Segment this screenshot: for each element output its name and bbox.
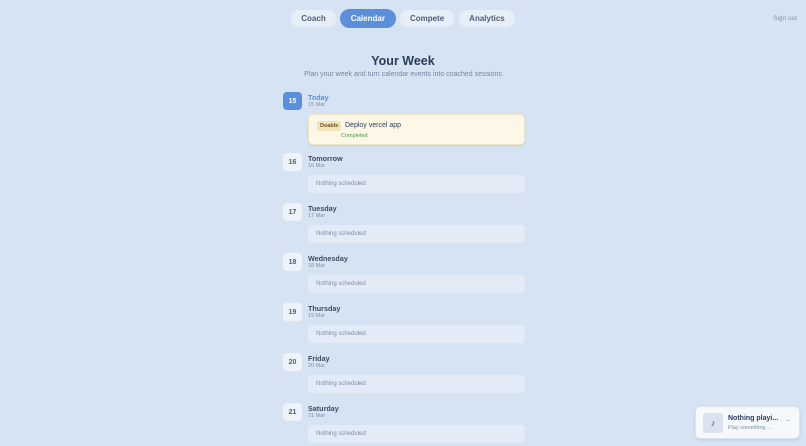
- day-number-badge: 18: [283, 253, 302, 271]
- day-number-badge: 20: [283, 353, 302, 371]
- day-number-badge: 16: [283, 153, 302, 171]
- player-title: Nothing playi...: [728, 415, 779, 422]
- task-card[interactable]: Doable Deploy vercel app Completed: [308, 114, 525, 145]
- sign-out-link[interactable]: Sign out: [773, 15, 797, 22]
- day-number-badge: 21: [283, 403, 302, 421]
- day-row-saturday: 21 Saturday 21 Mar Nothing scheduled: [283, 403, 525, 445]
- day-number-badge: 15: [283, 92, 302, 110]
- day-date: 16 Mar: [308, 163, 326, 169]
- day-name: Today: [308, 93, 329, 102]
- day-date: 21 Mar: [308, 413, 326, 419]
- day-name: Tomorrow: [308, 154, 343, 163]
- day-row-wednesday: 18 Wednesday 18 Mar Nothing scheduled: [283, 253, 525, 295]
- page-title: Your Week: [371, 54, 435, 68]
- empty-day-slot[interactable]: Nothing scheduled: [308, 175, 525, 193]
- day-name: Wednesday: [308, 254, 348, 263]
- tab-coach[interactable]: Coach: [290, 9, 337, 28]
- day-date: 18 Mar: [308, 263, 326, 269]
- day-row-friday: 20 Friday 20 Mar Nothing scheduled: [283, 353, 525, 395]
- empty-day-slot[interactable]: Nothing scheduled: [308, 275, 525, 293]
- page-subtitle: Plan your week and turn calendar events …: [304, 71, 502, 78]
- day-date: 19 Mar: [308, 313, 326, 319]
- player-subtitle: Play something ...: [728, 425, 772, 431]
- tab-compete[interactable]: Compete: [398, 9, 456, 28]
- day-date: 15 Mar: [308, 102, 326, 108]
- day-date: 17 Mar: [308, 213, 326, 219]
- music-player[interactable]: ♪ Nothing playi... Play something ... –: [695, 406, 800, 439]
- music-note-icon: ♪: [703, 413, 723, 433]
- day-name: Friday: [308, 354, 330, 363]
- tab-calendar[interactable]: Calendar: [339, 9, 396, 28]
- tab-analytics[interactable]: Analytics: [458, 9, 516, 28]
- empty-day-slot[interactable]: Nothing scheduled: [308, 425, 525, 443]
- task-title: Deploy vercel app: [345, 122, 402, 129]
- minimize-icon[interactable]: –: [786, 417, 790, 424]
- day-row-thursday: 19 Thursday 19 Mar Nothing scheduled: [283, 303, 525, 345]
- empty-day-slot[interactable]: Nothing scheduled: [308, 325, 525, 343]
- empty-day-slot[interactable]: Nothing scheduled: [308, 375, 525, 393]
- day-name: Saturday: [308, 404, 339, 413]
- day-name: Thursday: [308, 304, 341, 313]
- task-status: Completed: [341, 133, 368, 139]
- day-name: Tuesday: [308, 204, 337, 213]
- task-tag: Doable: [317, 121, 342, 131]
- day-number-badge: 19: [283, 303, 302, 321]
- day-row-tomorrow: 16 Tomorrow 16 Mar Nothing scheduled: [283, 153, 525, 195]
- day-row-tuesday: 17 Tuesday 17 Mar Nothing scheduled: [283, 203, 525, 245]
- day-row-today: 15 Today 15 Mar Doable Deploy vercel app…: [283, 92, 525, 147]
- top-nav: Coach Calendar Compete Analytics: [0, 9, 806, 28]
- empty-day-slot[interactable]: Nothing scheduled: [308, 225, 525, 243]
- day-number-badge: 17: [283, 203, 302, 221]
- day-date: 20 Mar: [308, 363, 326, 369]
